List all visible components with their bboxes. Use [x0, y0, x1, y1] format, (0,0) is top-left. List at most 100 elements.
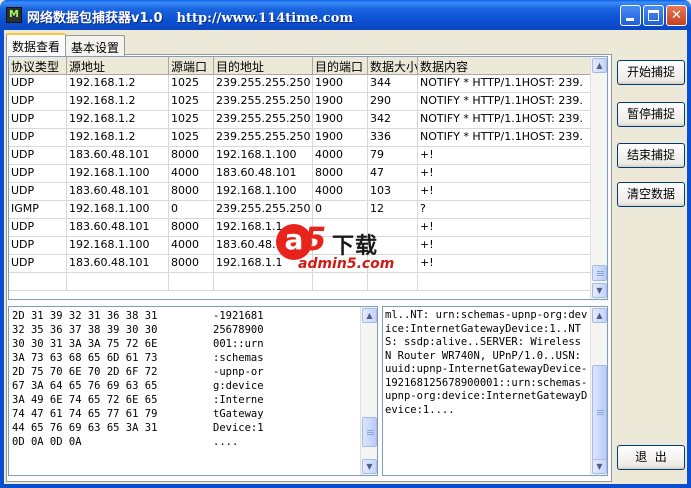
cell-dest-port: 1900 — [313, 111, 368, 128]
cell-protocol: UDP — [9, 165, 67, 182]
column-header-data-size[interactable]: 数据大小 — [368, 57, 418, 74]
column-header-data-content[interactable]: 数据内容 — [418, 57, 592, 74]
ascii-line: -upnp-or — [213, 366, 264, 378]
watermark-logo: a 5 下载 admin5.com — [276, 220, 426, 280]
scroll-down-button[interactable]: ▼ — [592, 283, 607, 298]
cell-data-size: 47 — [368, 165, 418, 182]
scroll-down-button[interactable]: ▼ — [592, 459, 607, 474]
ascii-line: g:device — [213, 380, 264, 392]
hex-line: 44 65 76 69 63 65 3A 31 — [12, 422, 158, 434]
cell-data-size: 290 — [368, 93, 418, 110]
table-row[interactable]: UDP 192.168.1.2 1025 239.255.255.250 190… — [9, 75, 592, 93]
window-title-url: http://www.114time.com — [176, 11, 354, 26]
clear-data-button[interactable]: 清空数据 — [617, 182, 685, 207]
cell-data-content: ? — [418, 201, 592, 218]
stop-capture-button[interactable]: 结束捕捉 — [617, 143, 685, 168]
ascii-line: 25678900 — [213, 324, 264, 336]
cell-protocol: UDP — [9, 147, 67, 164]
cell-source-port: 1025 — [169, 111, 214, 128]
table-row[interactable]: UDP 192.168.1.2 1025 239.255.255.250 190… — [9, 111, 592, 129]
text-view-scrollbar[interactable]: ▲ ▼ — [590, 307, 607, 475]
minimize-icon — [626, 18, 634, 21]
ascii-line: .... — [213, 436, 239, 448]
cell-data-size: 12 — [368, 201, 418, 218]
title-bar[interactable]: M 网络数据包捕获器v1.0 http://www.114time.com ✕ — [0, 0, 691, 30]
cell-data-content: +! — [418, 219, 592, 236]
pause-capture-button[interactable]: 暂停捕捉 — [617, 102, 685, 127]
column-header-dest-address[interactable]: 目的地址 — [214, 57, 313, 74]
cell-source-address: 192.168.1.100 — [67, 237, 169, 254]
cell-dest-port: 1900 — [313, 129, 368, 146]
cell-protocol — [9, 273, 67, 290]
column-header-protocol[interactable]: 协议类型 — [9, 57, 67, 74]
cell-source-port: 8000 — [169, 147, 214, 164]
table-row[interactable]: UDP 183.60.48.101 8000 192.168.1.100 400… — [9, 183, 592, 201]
cell-source-address: 192.168.1.2 — [67, 75, 169, 92]
window-frame-bottom — [0, 484, 691, 488]
ascii-line: -1921681 — [213, 310, 264, 322]
column-header-source-address[interactable]: 源地址 — [67, 57, 169, 74]
scroll-thumb[interactable] — [362, 417, 377, 447]
scroll-thumb[interactable] — [592, 365, 607, 461]
table-row[interactable]: UDP 192.168.1.2 1025 239.255.255.250 190… — [9, 93, 592, 111]
ascii-line: Device:1 — [213, 422, 264, 434]
watermark-five: 5 — [304, 220, 327, 258]
cell-dest-address: 239.255.255.250 — [214, 75, 313, 92]
tab-data-view[interactable]: 数据查看 — [6, 33, 67, 55]
cell-source-port: 1025 — [169, 129, 214, 146]
tab-basic-settings[interactable]: 基本设置 — [65, 35, 126, 56]
scroll-down-button[interactable]: ▼ — [362, 459, 377, 474]
scroll-up-button[interactable]: ▲ — [362, 308, 377, 323]
cell-source-address: 192.168.1.2 — [67, 129, 169, 146]
hex-line: 30 30 31 3A 3A 75 72 6E — [12, 338, 158, 350]
hex-line: 67 3A 64 65 76 69 63 65 — [12, 380, 158, 392]
close-icon: ✕ — [671, 8, 682, 23]
cell-source-address: 192.168.1.100 — [67, 165, 169, 182]
cell-dest-port: 4000 — [313, 147, 368, 164]
column-header-dest-port[interactable]: 目的端口 — [313, 57, 368, 74]
hex-line: 32 35 36 37 38 39 30 30 — [12, 324, 158, 336]
packet-list-scrollbar[interactable]: ▲ ▼ — [590, 57, 607, 299]
cell-data-content: +! — [418, 237, 592, 254]
watermark-site: admin5.com — [298, 256, 395, 272]
maximize-button[interactable] — [643, 5, 664, 26]
hex-view[interactable]: 2D 31 39 32 31 36 38 31 32 35 36 37 38 3… — [8, 306, 378, 476]
start-capture-button[interactable]: 开始捕捉 — [617, 60, 685, 85]
cell-source-address: 183.60.48.101 — [67, 255, 169, 272]
scroll-up-button[interactable]: ▲ — [592, 308, 607, 323]
cell-data-content: +! — [418, 165, 592, 182]
hex-line: 3A 49 6E 74 65 72 6E 65 — [12, 394, 158, 406]
cell-protocol: UDP — [9, 237, 67, 254]
app-icon[interactable]: M — [6, 7, 22, 23]
table-header: 协议类型 源地址 源端口 目的地址 目的端口 数据大小 数据内容 — [9, 57, 592, 75]
hex-line: 74 47 61 74 65 77 61 79 — [12, 408, 158, 420]
cell-data-content: +! — [418, 255, 592, 272]
window-title-text: 网络数据包捕获器v1.0 — [27, 11, 163, 26]
cell-dest-port: 4000 — [313, 183, 368, 200]
cell-data-content: NOTIFY * HTTP/1.1HOST: 239. — [418, 75, 592, 92]
cell-data-size: 336 — [368, 129, 418, 146]
scroll-up-button[interactable]: ▲ — [592, 58, 607, 73]
cell-source-port: 8000 — [169, 255, 214, 272]
scroll-thumb[interactable] — [592, 265, 607, 281]
cell-dest-port: 1900 — [313, 93, 368, 110]
cell-data-size: 342 — [368, 111, 418, 128]
ascii-line: 001::urn — [213, 338, 264, 350]
cell-source-port: 8000 — [169, 183, 214, 200]
hex-view-scrollbar[interactable]: ▲ ▼ — [360, 307, 377, 475]
table-row[interactable]: UDP 192.168.1.100 4000 183.60.48.101 800… — [9, 165, 592, 183]
table-row[interactable]: UDP 183.60.48.101 8000 192.168.1.100 400… — [9, 147, 592, 165]
close-button[interactable]: ✕ — [666, 5, 687, 26]
cell-protocol: UDP — [9, 219, 67, 236]
cell-protocol: IGMP — [9, 201, 67, 218]
maximize-icon — [648, 10, 659, 21]
table-row[interactable]: UDP 192.168.1.2 1025 239.255.255.250 190… — [9, 129, 592, 147]
table-row[interactable]: IGMP 192.168.1.100 0 239.255.255.250 0 1… — [9, 201, 592, 219]
exit-button[interactable]: 退 出 — [617, 445, 685, 470]
cell-data-size: 79 — [368, 147, 418, 164]
cell-protocol: UDP — [9, 183, 67, 200]
text-view[interactable]: ml..NT: urn:schemas-upnp-org:device:Inte… — [382, 306, 608, 476]
column-header-source-port[interactable]: 源端口 — [169, 57, 214, 74]
minimize-button[interactable] — [620, 5, 641, 26]
cell-data-content: +! — [418, 147, 592, 164]
